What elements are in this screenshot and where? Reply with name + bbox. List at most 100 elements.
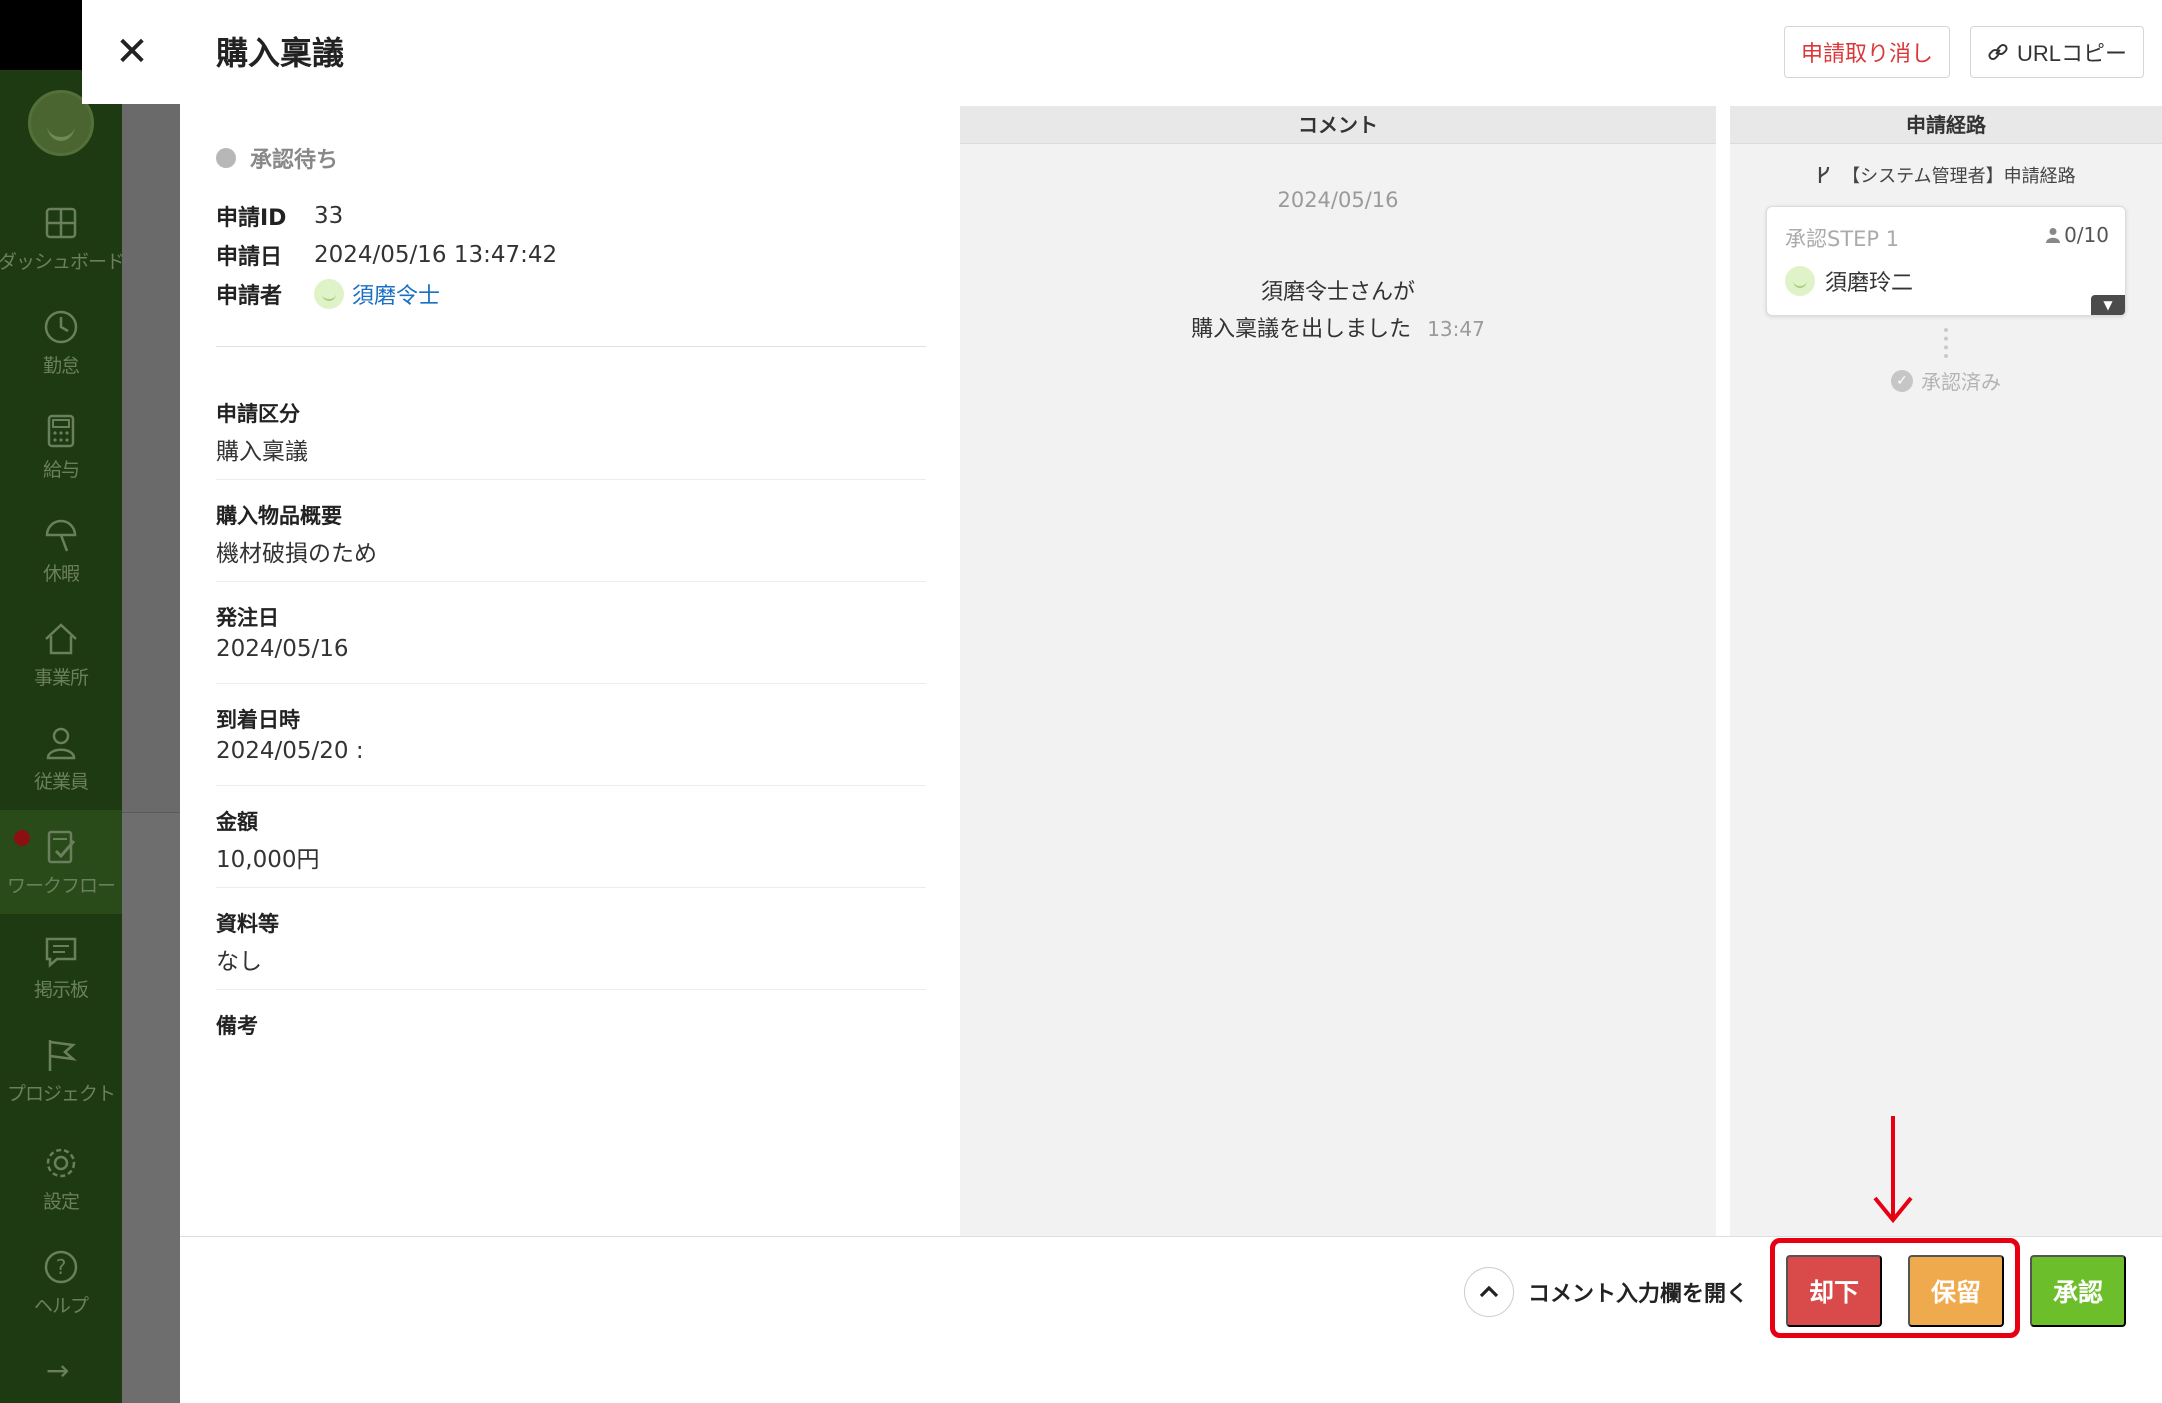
sidebar-item-board[interactable]: 掲示板 [0,914,122,1018]
comment-message: 須磨令士さんが 購入稟議を出しました 13:47 [960,274,1716,348]
comment-column-header: コメント [960,106,1716,144]
overlay-backdrop[interactable] [122,0,180,1403]
approve-button[interactable]: 承認 [2030,1255,2126,1327]
sidebar-item-label: 事業所 [33,666,89,689]
meta-row-id: 申請ID 33 [216,196,557,235]
sidebar-item-payroll[interactable]: 給与 [0,394,122,498]
cancel-request-button[interactable]: 申請取り消し [1784,26,1950,78]
chevron-up-icon [1464,1267,1514,1317]
check-circle-icon: ✓ [1891,369,1913,392]
sidebar-item-office[interactable]: 事業所 [0,602,122,706]
field-value: 2024/05/16 [216,636,349,662]
open-comment-toggle[interactable]: コメント入力欄を開く [1464,1267,1748,1317]
umbrella-icon [45,519,77,551]
status-dot [216,148,236,168]
sidebar-item-employees[interactable]: 従業員 [0,706,122,810]
field-label: 備考 [216,1014,258,1038]
sidebar-item-label: ヘルプ [33,1294,89,1317]
step-expand-icon[interactable]: ▼ [2091,295,2125,315]
person-icon [2046,228,2061,243]
meta-row-date: 申請日 2024/05/16 13:47:42 [216,235,557,274]
applicant-avatar [314,278,344,309]
sidebar-item-project[interactable]: プロジェクト [0,1018,122,1122]
comment-date: 2024/05/16 [1277,188,1399,212]
sidebar-item-help[interactable]: ? ヘルプ [0,1230,122,1334]
step-connector [1944,328,1948,358]
field-label: 申請区分 [216,402,300,426]
sidebar-item-label: 設定 [42,1190,80,1213]
svg-text:?: ? [56,1255,67,1279]
close-icon[interactable]: ✕ [112,30,152,74]
approval-route-column: 申請経路 【システム管理者】申請経路 承認STEP 1 0/10 須磨玲二 ▼ … [1730,106,2162,1236]
highlight-box [1770,1238,2020,1338]
comment-line2: 購入稟議を出しました [1191,317,1412,342]
meta-row-applicant: 申請者 須磨令士 [216,274,557,313]
gear-icon [46,1148,76,1177]
clock-icon [44,310,78,343]
approved-label: 承認済み [1921,370,2001,394]
field-documents: 資料等 なし [216,888,926,990]
sidebar-item-label: 給与 [42,458,80,481]
field-label: 金額 [216,810,258,834]
route-name-text: 【システム管理者】申請経路 [1842,166,2076,187]
url-copy-button[interactable]: URLコピー [1970,26,2144,78]
field-value: 購入稟議 [216,439,308,465]
meta-key: 申請ID [216,205,287,231]
status-text: 承認待ち [250,148,339,173]
step-count-value: 0/10 [2064,223,2109,247]
request-meta: 申請ID 33 申請日 2024/05/16 13:47:42 申請者 須磨令士 [216,196,557,313]
request-date-value: 2024/05/16 13:47:42 [314,241,558,268]
route-column-header: 申請経路 [1730,106,2162,144]
flag-icon [48,1039,77,1071]
comment-line2-row: 購入稟議を出しました 13:47 [960,311,1716,348]
help-icon: ? [44,1250,78,1283]
url-copy-label: URLコピー [2016,41,2127,66]
sidebar-item-label: 掲示板 [33,978,89,1001]
field-value: 10,000円 [216,847,320,873]
notification-dot [14,830,30,846]
page-title: 購入稟議 [216,34,345,72]
open-comment-label: コメント入力欄を開く [1528,1282,1749,1307]
applicant-link[interactable]: 須磨令士 [314,278,440,310]
meta-key: 申請日 [216,244,283,270]
field-value: 機材破損のため [216,541,377,567]
down-arrow-icon [1873,1116,1913,1224]
field-label: 資料等 [216,912,279,936]
sidebar-item-settings[interactable]: 設定 [0,1126,122,1230]
workflow-icon [47,830,76,863]
field-arrival-datetime: 到着日時 2024/05/20 : [216,684,926,786]
sidebar-item-workflow[interactable]: ワークフロー [0,810,122,914]
approver-avatar [1785,266,1815,296]
sidebar-item-label: 勤怠 [42,354,80,377]
step-title: 承認STEP 1 [1785,227,1900,251]
sidebar-expand-icon[interactable]: → [46,1354,69,1387]
app-sidebar: ダッシュボード 勤怠 給与 休暇 事業所 従業員 ワークフロー 掲示板 プロジェ… [0,0,125,1403]
field-label: 購入物品概要 [216,504,342,528]
step-approver: 須磨玲二 [1785,265,1913,297]
sidebar-item-label: プロジェクト [6,1082,116,1105]
sidebar-item-dashboard[interactable]: ダッシュボード [0,186,125,290]
sidebar-item-attendance[interactable]: 勤怠 [0,290,122,394]
home-icon [45,622,77,654]
field-label: 到着日時 [216,708,300,732]
request-id-value: 33 [314,202,344,229]
field-value: なし [216,949,262,975]
sidebar-item-label: ダッシュボード [0,250,125,273]
person-icon [46,727,76,759]
step-count: 0/10 [2046,223,2109,247]
link-icon [1988,43,2008,61]
divider [216,346,926,347]
message-icon [45,937,77,968]
sidebar-item-leave[interactable]: 休暇 [0,498,122,602]
comment-column: コメント 2024/05/16 須磨令士さんが 購入稟議を出しました 13:47 [960,106,1716,1236]
field-category: 申請区分 購入稟議 [216,378,926,480]
sidebar-item-label: ワークフロー [6,874,116,897]
field-value: 2024/05/20 : [216,738,364,764]
comment-time: 13:47 [1427,317,1485,341]
meta-key: 申請者 [216,283,283,309]
sidebar-item-label: 従業員 [33,770,89,793]
approver-name: 須磨玲二 [1825,271,1914,296]
field-order-date: 発注日 2024/05/16 [216,582,926,684]
cancel-request-label: 申請取り消し [1800,41,1933,66]
applicant-name: 須磨令士 [352,283,441,309]
